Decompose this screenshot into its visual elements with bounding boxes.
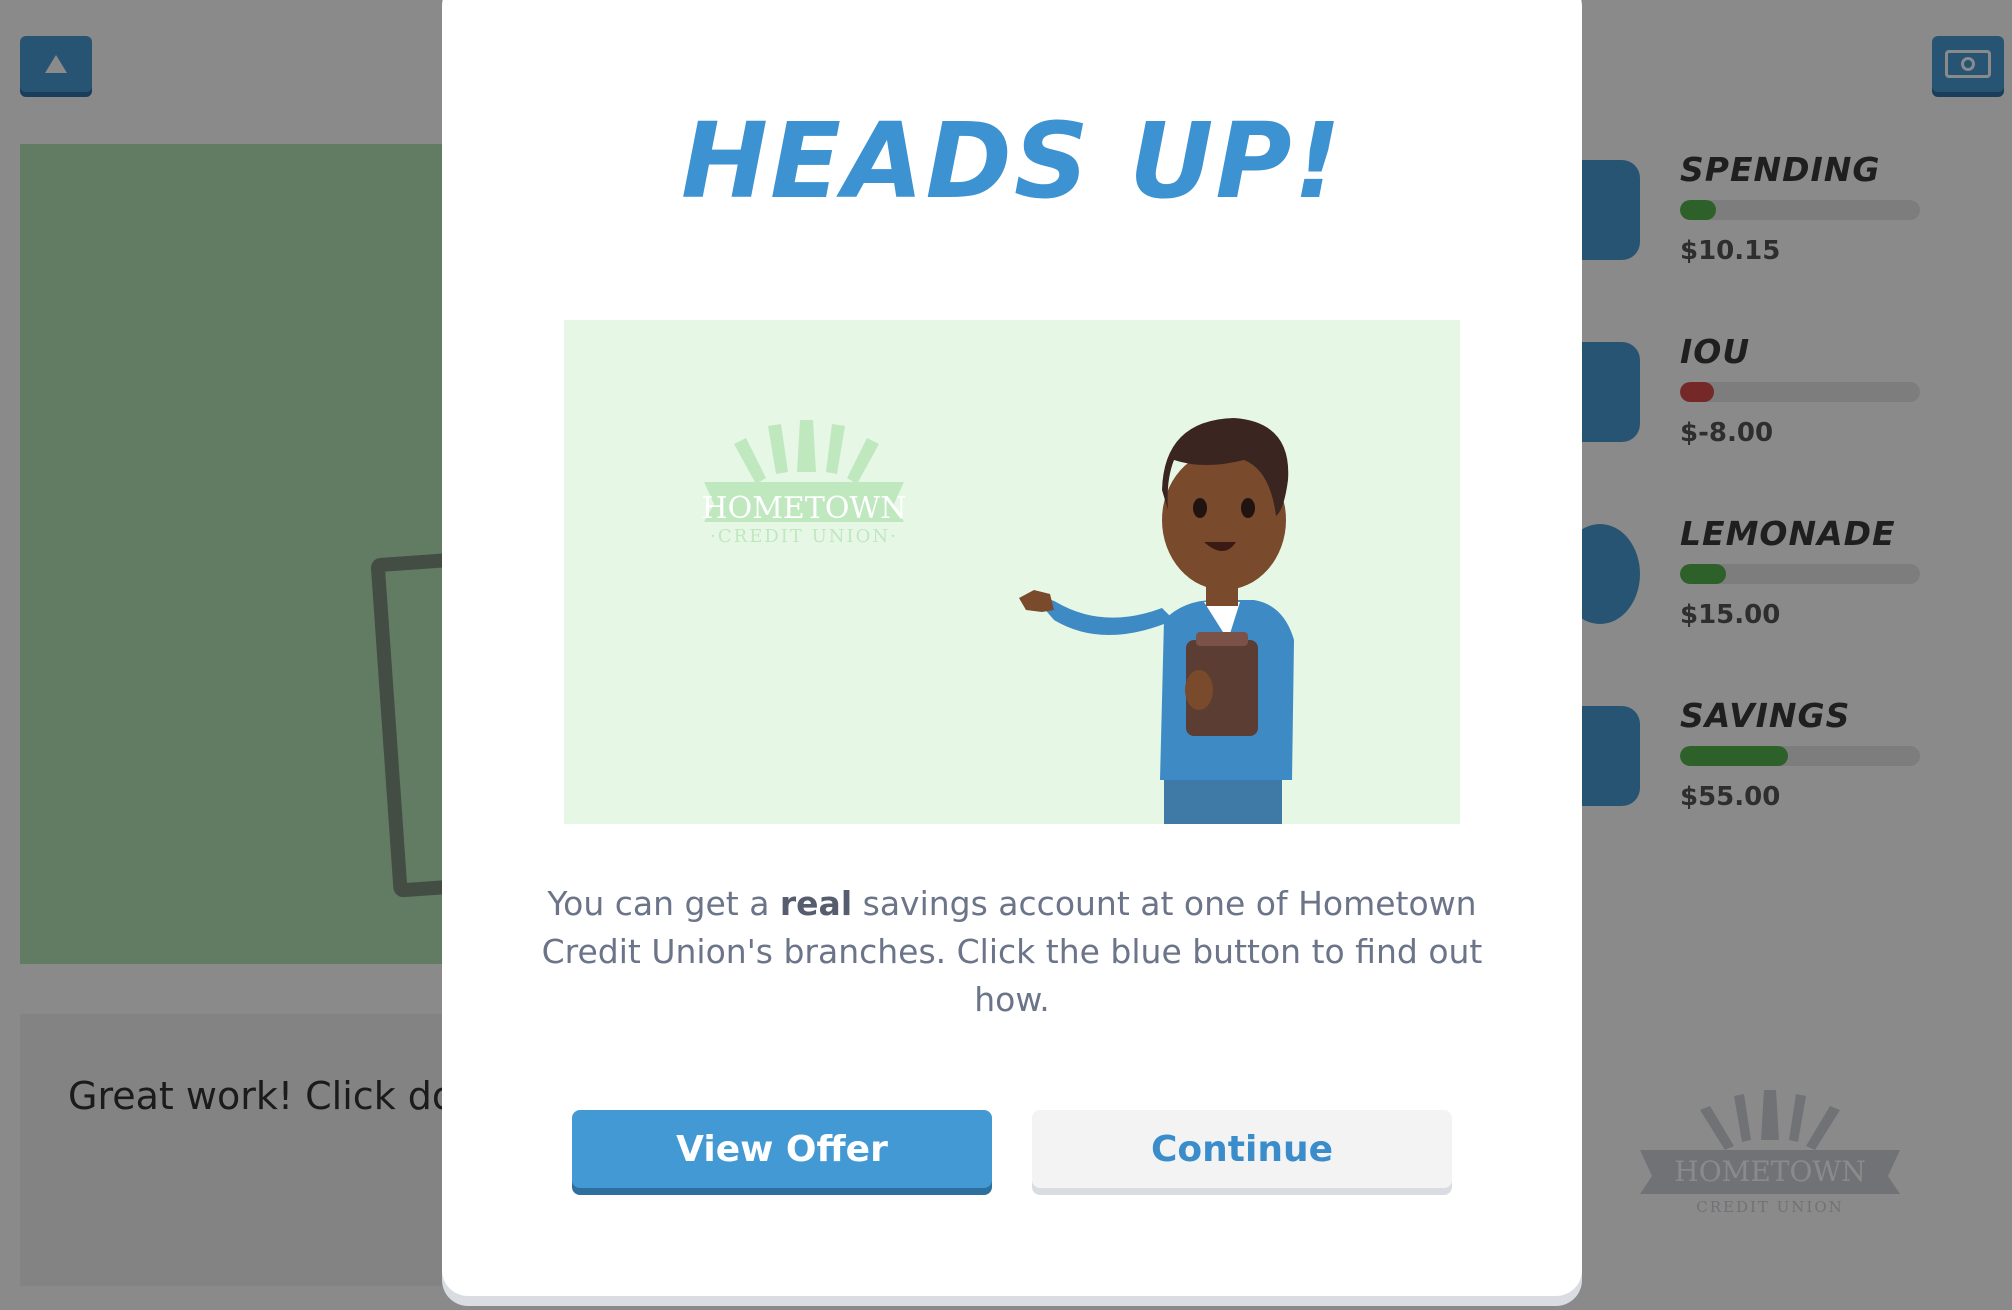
message-prefix: You can get a xyxy=(547,884,780,923)
logo-text: HOMETOWN xyxy=(701,491,906,526)
logo-subtext: ·CREDIT UNION· xyxy=(710,526,898,547)
message-emphasis: real xyxy=(779,884,853,923)
banker-illustration: HOMETOWN ·CREDIT UNION· xyxy=(564,320,1460,824)
illustration-art: HOMETOWN ·CREDIT UNION· xyxy=(701,418,1294,824)
banker-character xyxy=(1019,418,1294,824)
continue-button[interactable]: Continue xyxy=(1032,1110,1452,1188)
heads-up-dialog: HEADS UP! HOMETOWN ·CREDIT UNION· You ca… xyxy=(442,0,1582,1296)
dialog-message: You can get a real savings account at on… xyxy=(522,880,1502,1024)
dialog-title: HEADS UP! xyxy=(680,100,1344,222)
view-offer-button[interactable]: View Offer xyxy=(572,1110,992,1188)
